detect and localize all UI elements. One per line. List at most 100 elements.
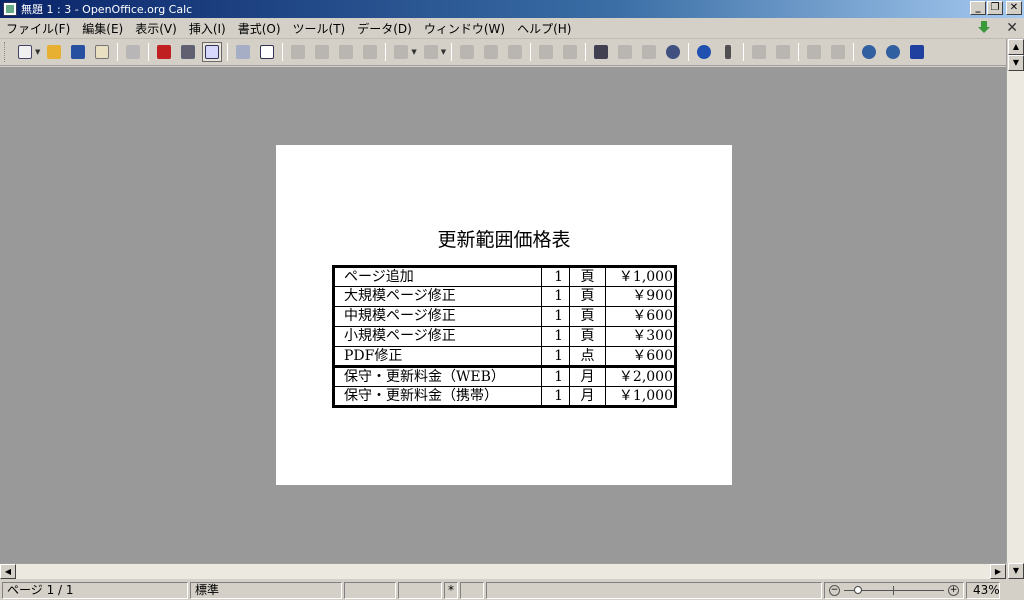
close-window-button[interactable]: ✕ — [1006, 1, 1022, 15]
sort-descending-icon[interactable] — [505, 42, 525, 62]
cell-price: ￥2,000 — [605, 365, 676, 387]
zoom-icon[interactable] — [663, 42, 683, 62]
digital-signature[interactable] — [460, 581, 484, 599]
zoom-out-icon[interactable] — [883, 42, 903, 62]
hyperlink-icon[interactable] — [457, 42, 477, 62]
find-replace-icon[interactable] — [591, 42, 611, 62]
cell-qty: 1 — [541, 326, 570, 347]
zoom-slider[interactable]: − + — [824, 581, 964, 599]
cell-name: 中規模ページ修正 — [333, 306, 542, 327]
preview-page: 更新範囲価格表 ページ追加 1 頁 ￥1,000 大規模ページ修正 1 頁 ￥900 中規模ペー… — [276, 145, 732, 485]
vertical-scroll-track[interactable] — [1007, 71, 1024, 563]
table-row: ページ追加 1 頁 ￥1,000 — [334, 266, 676, 287]
cell-unit: 頁 — [569, 306, 606, 327]
menu-file[interactable]: ファイル(F) — [0, 20, 76, 37]
menu-edit[interactable]: 編集(E) — [76, 20, 129, 37]
zoom-slider-thumb[interactable] — [854, 585, 862, 594]
cell-price: ￥900 — [605, 286, 676, 307]
menu-data[interactable]: データ(D) — [351, 20, 418, 37]
cell-unit: 頁 — [569, 266, 606, 287]
cut-icon[interactable] — [288, 42, 308, 62]
update-download-icon[interactable] — [976, 21, 992, 35]
cell-unit: 月 — [569, 386, 606, 407]
help-icon[interactable] — [694, 42, 714, 62]
scroll-down-arrow-icon[interactable]: ▼ — [1008, 563, 1024, 579]
page-style[interactable]: 標準 — [190, 581, 342, 599]
copy-icon[interactable] — [312, 42, 332, 62]
menu-help[interactable]: ヘルプ(H) — [511, 20, 577, 37]
table-row: 大規模ページ修正 1 頁 ￥900 — [333, 286, 676, 307]
zoom-in-button-icon[interactable]: + — [948, 584, 959, 596]
scroll-right-arrow-icon[interactable]: ▶ — [990, 564, 1006, 579]
last-page-icon[interactable] — [828, 42, 848, 62]
insert-mode[interactable] — [398, 581, 442, 599]
minimize-button[interactable]: _ — [970, 1, 986, 15]
save-icon[interactable] — [68, 42, 88, 62]
navigator-icon[interactable] — [615, 42, 635, 62]
cell-qty: 1 — [541, 386, 570, 407]
preview-workspace: 更新範囲価格表 ページ追加 1 頁 ￥1,000 大規模ページ修正 1 頁 ￥900 中規模ペー… — [0, 67, 1006, 563]
chevron-down-icon[interactable]: ▼ — [441, 48, 446, 56]
menu-insert[interactable]: 挿入(I) — [183, 20, 232, 37]
cell-name: ページ追加 — [344, 268, 414, 285]
cell-unit: 月 — [569, 365, 606, 387]
redo-icon[interactable] — [421, 42, 441, 62]
scroll-down-arrow-icon[interactable]: ▼ — [1008, 55, 1024, 71]
spellcheck-icon[interactable] — [233, 42, 253, 62]
gallery-icon[interactable] — [639, 42, 659, 62]
export-pdf-icon[interactable] — [154, 42, 174, 62]
open-folder-icon[interactable] — [44, 42, 64, 62]
horizontal-scrollbar[interactable]: ◀ ▶ — [0, 563, 1006, 579]
scroll-up-arrow-icon[interactable]: ▲ — [1008, 39, 1024, 55]
zoom-field-empty — [344, 581, 396, 599]
cell-price: ￥300 — [605, 326, 676, 347]
chart-icon[interactable] — [536, 42, 556, 62]
first-page-icon[interactable] — [804, 42, 824, 62]
price-table: ページ追加 1 頁 ￥1,000 大規模ページ修正 1 頁 ￥900 中規模ページ修正 1 頁 ￥60… — [332, 265, 677, 408]
auto-spellcheck-icon[interactable] — [257, 42, 277, 62]
cell-unit: 頁 — [569, 326, 606, 347]
restore-button[interactable]: ❐ — [987, 1, 1003, 15]
calc-app-icon — [3, 2, 17, 16]
cell-price: ￥1,000 — [605, 386, 676, 407]
chevron-down-icon[interactable]: ▼ — [411, 48, 416, 56]
next-page-icon[interactable] — [773, 42, 793, 62]
email-icon[interactable] — [92, 42, 112, 62]
page-indicator: ページ 1 / 1 — [2, 581, 188, 599]
cell-qty: 1 — [541, 346, 570, 367]
close-document-icon[interactable]: ✕ — [1006, 20, 1018, 36]
table-row: PDF修正 1 点 ￥600 — [333, 346, 676, 367]
zoom-value[interactable]: 43% — [966, 581, 1000, 599]
draw-functions-icon[interactable] — [560, 42, 580, 62]
page-preview-icon[interactable] — [202, 42, 223, 62]
zoom-out-button-icon[interactable]: − — [829, 584, 840, 596]
undo-icon[interactable] — [391, 42, 411, 62]
print-icon[interactable] — [178, 42, 198, 62]
zoom-in-icon[interactable] — [859, 42, 879, 62]
menu-format[interactable]: 書式(O) — [232, 20, 287, 37]
cell-qty: 1 — [541, 306, 570, 327]
document-modified-indicator: * — [444, 581, 458, 599]
cell-price: ￥600 — [605, 346, 676, 367]
cell-name: 小規模ページ修正 — [333, 326, 542, 347]
cell-unit: 頁 — [569, 286, 606, 307]
scroll-left-arrow-icon[interactable]: ◀ — [0, 564, 16, 579]
table-row: 中規模ページ修正 1 頁 ￥600 — [333, 306, 676, 327]
cell-qty: 1 — [541, 266, 570, 287]
paste-icon[interactable] — [336, 42, 356, 62]
chevron-down-icon[interactable]: ▼ — [35, 48, 40, 56]
format-paintbrush-icon[interactable] — [360, 42, 380, 62]
sort-ascending-icon[interactable] — [481, 42, 501, 62]
title-bar: 無題 1 : 3 - OpenOffice.org Calc _ ❐ ✕ — [0, 0, 1024, 18]
edit-file-icon[interactable] — [123, 42, 143, 62]
toolbar-options-icon[interactable] — [718, 42, 738, 62]
toolbar-grip[interactable] — [4, 42, 7, 62]
previous-page-icon[interactable] — [749, 42, 769, 62]
menu-tools[interactable]: ツール(T) — [287, 20, 352, 37]
new-document-icon[interactable] — [15, 42, 35, 62]
cell-unit: 点 — [569, 346, 606, 367]
vertical-scrollbar[interactable]: ▲ ▼ ▼ — [1006, 39, 1024, 579]
menu-view[interactable]: 表示(V) — [129, 20, 183, 37]
menu-window[interactable]: ウィンドウ(W) — [418, 20, 511, 37]
full-screen-icon[interactable] — [907, 42, 927, 62]
